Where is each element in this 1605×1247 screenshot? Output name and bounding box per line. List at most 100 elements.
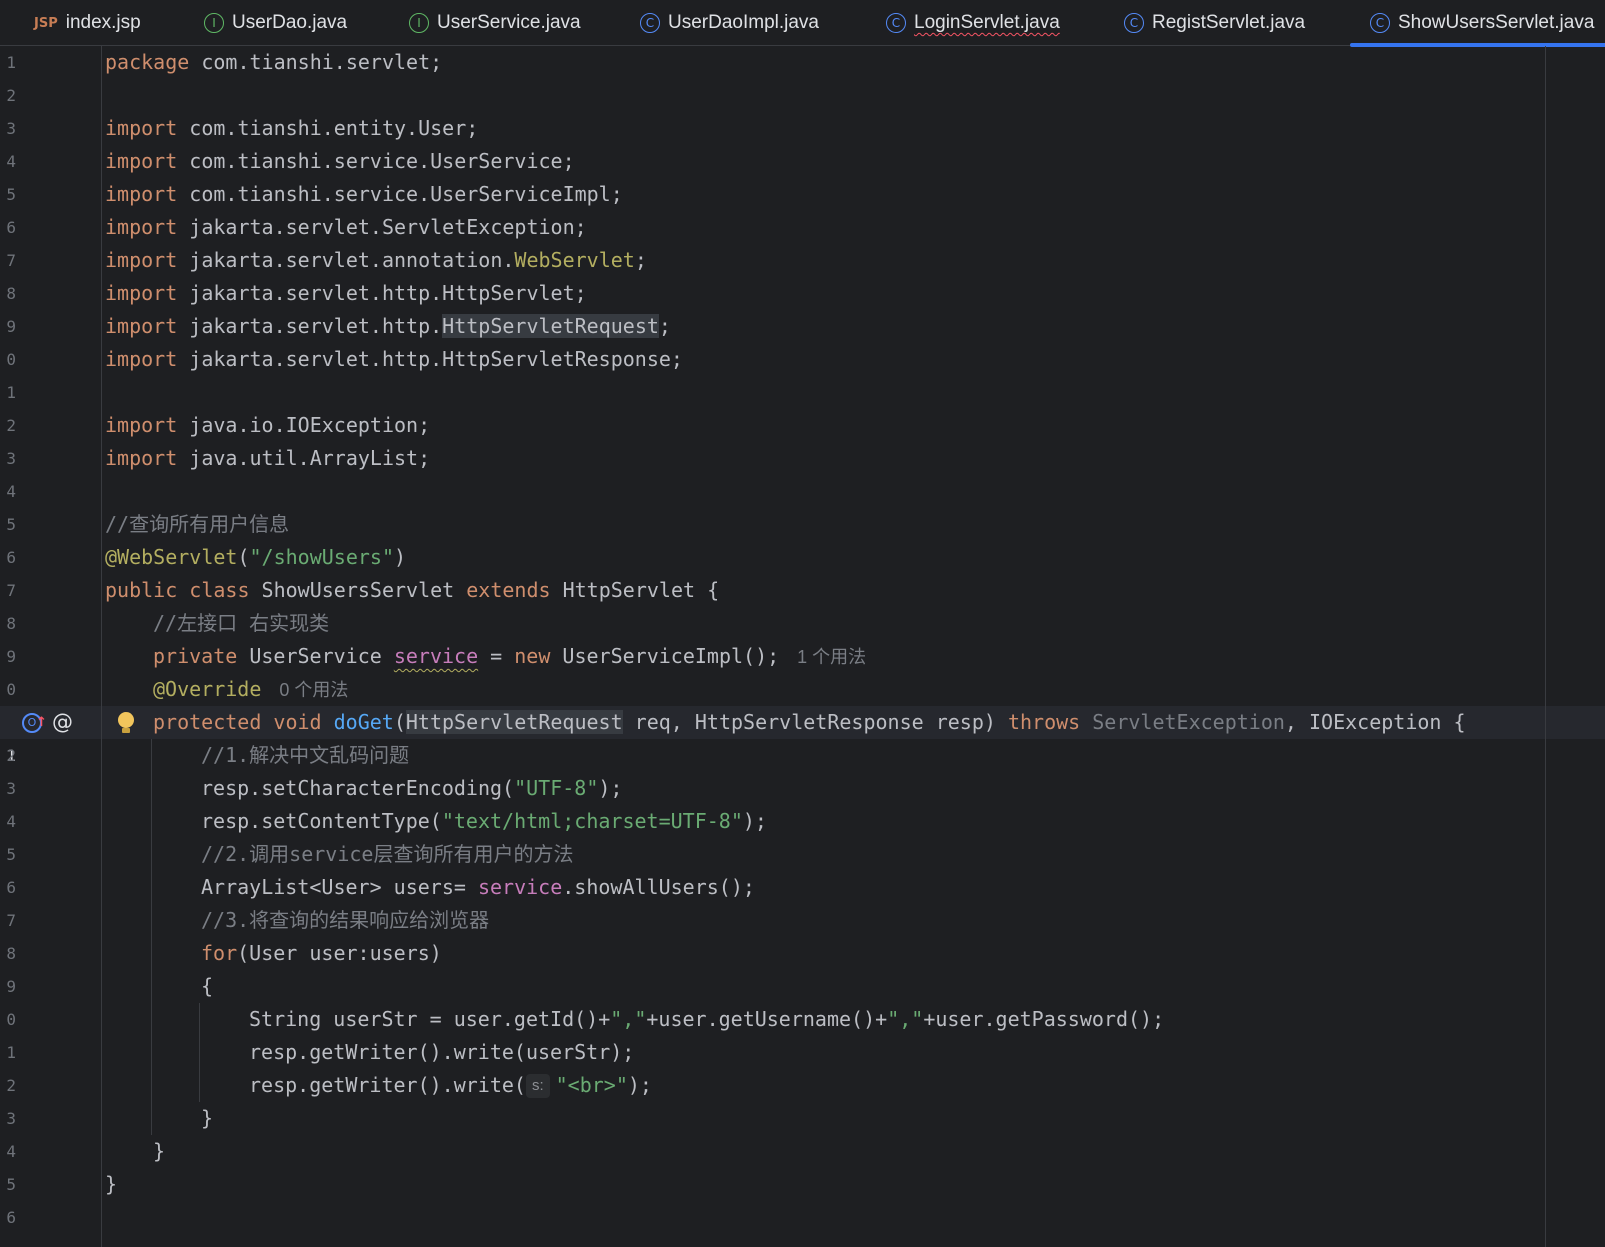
token: WebServlet [514, 248, 635, 272]
tab-label: LoginServlet.java [914, 12, 1060, 33]
token: extends [466, 578, 551, 602]
string-literal: "/showUsers" [249, 545, 395, 569]
token: jakarta.servlet.http.HttpServlet; [177, 281, 587, 305]
token: HttpServlet { [550, 578, 720, 602]
gutter-icons: O @ [22, 706, 73, 739]
token-highlight: HttpServletRequest [405, 710, 623, 734]
code-line: 4 [0, 475, 1605, 508]
overrides-method-icon[interactable]: O [22, 706, 47, 739]
code-line: 3 import java.util.ArrayList; [0, 442, 1605, 475]
code-text: public class ShowUsersServlet extends Ht… [105, 574, 719, 607]
code-line: 2 resp.getWriter().write(s: "<br>"); [0, 1069, 1605, 1102]
line-number: 7 [6, 911, 16, 930]
tab-userservice-java[interactable]: I UserService.java [409, 0, 581, 46]
tab-registservlet-java[interactable]: C RegistServlet.java [1124, 0, 1305, 46]
string-literal: "text/html;charset=UTF-8" [441, 809, 743, 833]
class-icon: C [1124, 13, 1144, 33]
tab-label: index.jsp [65, 12, 141, 33]
line-number: 8 [6, 944, 16, 963]
tab-loginservlet-java[interactable]: C LoginServlet.java [886, 0, 1060, 46]
token: ); [627, 1073, 652, 1097]
token-highlight: HttpServletRequest [442, 314, 659, 338]
comment: //1.解决中文乱码问题 [201, 743, 410, 767]
token: import [105, 281, 178, 305]
usages-hint[interactable]: 0 个用法 [279, 680, 348, 700]
code-editor[interactable]: 1 package com.tianshi.servlet; 2 3 import … [0, 46, 1605, 1247]
code-line: 0 @Override 0 个用法 [0, 673, 1605, 706]
code-text: for(User user:users) [201, 937, 442, 970]
code-text: import com.tianshi.entity.User; [105, 112, 478, 145]
token: (User user:users) [237, 941, 442, 965]
code-text: private UserService service = new UserSe… [153, 640, 866, 674]
annotation-at-icon[interactable]: @ [52, 706, 73, 739]
token: +user.getUsername()+ [646, 1007, 888, 1031]
line-number: 8 [6, 284, 16, 303]
token: com.tianshi.entity.User; [177, 116, 479, 140]
code-line: 0 import jakarta.servlet.http.HttpServlet… [0, 343, 1605, 376]
line-number: 7 [6, 251, 16, 270]
line-number: 3 [6, 1109, 16, 1128]
line-number: 0 [6, 680, 16, 699]
line-number: 6 [6, 548, 16, 567]
field-token: service [393, 644, 479, 668]
lightbulb-icon[interactable] [118, 712, 134, 734]
code-line-current: 1 O @ protected void doGet(HttpServletRe… [0, 706, 1605, 766]
code-line: 4 import com.tianshi.service.UserService; [0, 145, 1605, 178]
code-line: 8 import jakarta.servlet.http.HttpServlet… [0, 277, 1605, 310]
tab-showusersservlet-java[interactable]: C ShowUsersServlet.java [1349, 0, 1605, 47]
token: ); [742, 809, 767, 833]
code-line: 2 [0, 79, 1605, 112]
code-text: { [201, 974, 214, 998]
token: import [105, 116, 178, 140]
tab-userdao-java[interactable]: I UserDao.java [204, 0, 347, 46]
token: new [514, 644, 551, 668]
tab-label: UserDao.java [232, 12, 348, 33]
code-line: 9{ [0, 970, 1605, 1003]
code-line: 7 public class ShowUsersServlet extends H… [0, 574, 1605, 607]
tab-index-jsp[interactable]: JSP index.jsp [34, 0, 141, 46]
token: +user.getPassword(); [923, 1007, 1165, 1031]
token: @Override [153, 677, 262, 701]
code-text: import com.tianshi.service.UserServiceIm… [105, 178, 623, 211]
code-line: 3} [0, 1102, 1605, 1135]
code-text: //1.解决中文乱码问题 [201, 739, 409, 772]
token: ; [634, 248, 647, 272]
token: ( [393, 710, 406, 734]
tab-userdaoimpl-java[interactable]: C UserDaoImpl.java [640, 0, 819, 46]
token: ; [658, 314, 671, 338]
code-text: import jakarta.servlet.http.HttpServletR… [105, 310, 671, 343]
code-text: @Override 0 个用法 [153, 673, 348, 707]
code-line: 5 //查询所有用户信息 [0, 508, 1605, 541]
token: ) [394, 545, 407, 569]
line-number: 4 [6, 812, 16, 831]
line-number: 1 [6, 1043, 16, 1062]
code-line: 8 for(User user:users) [0, 937, 1605, 970]
token: String userStr = user.getId()+ [249, 1007, 611, 1031]
code-text: resp.getWriter().write(s: "<br>"); [249, 1069, 652, 1102]
code-line: 2 //1.解决中文乱码问题 [0, 739, 1605, 772]
code-line: 1 package com.tianshi.servlet; [0, 46, 1605, 79]
line-number: 9 [6, 977, 16, 996]
method-name: doGet [333, 710, 394, 734]
token: public class [105, 578, 250, 602]
code-line: 9 import jakarta.servlet.http.HttpServlet… [0, 310, 1605, 343]
token: resp.setCharacterEncoding( [201, 776, 515, 800]
usages-hint[interactable]: 1 个用法 [797, 647, 866, 667]
token: .showAllUsers(); [562, 875, 755, 899]
token: import [105, 149, 178, 173]
line-number: 6 [6, 878, 16, 897]
line-number: 9 [6, 647, 16, 666]
token: private [153, 644, 238, 668]
token: UserServiceImpl(); [550, 644, 780, 668]
string-literal: "," [887, 1007, 924, 1031]
token: protected void [153, 710, 322, 734]
line-number: 4 [6, 152, 16, 171]
line-number: 2 [6, 86, 16, 105]
token: import [105, 215, 178, 239]
token: req, HttpServletResponse resp) [622, 710, 1008, 734]
code-text: } [153, 1139, 166, 1163]
code-text: import jakarta.servlet.http.HttpServlet; [105, 277, 587, 310]
tab-label: ShowUsersServlet.java [1398, 12, 1595, 33]
code-line: 5} [0, 1168, 1605, 1201]
code-line: 0 String userStr = user.getId()+","+user.… [0, 1003, 1605, 1036]
